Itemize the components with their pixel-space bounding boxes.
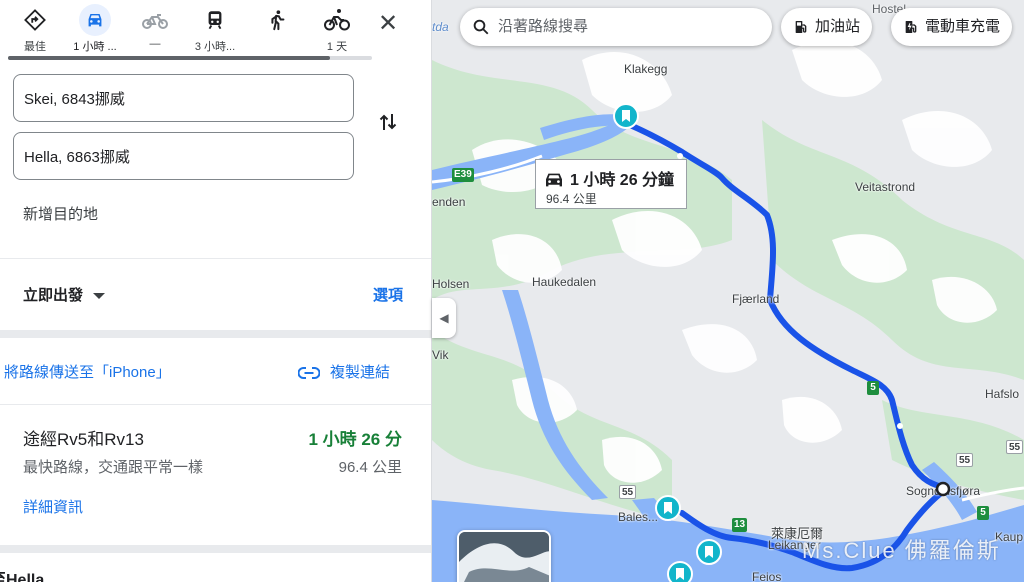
- mode-motorcycle[interactable]: —: [125, 4, 185, 56]
- road-shield-55: 55: [1006, 440, 1024, 454]
- place-fjaerland: Fjærland: [732, 292, 780, 306]
- bookmark-pin-icon: [613, 103, 639, 129]
- watermark: Ms.Clue 佛羅倫斯: [802, 538, 1001, 563]
- gas-station-label: 加油站: [815, 18, 861, 35]
- scroll-thumb[interactable]: [8, 56, 330, 60]
- chevron-left-icon: ◀: [439, 311, 449, 325]
- callout-time: 1 小時 26 分鐘: [544, 166, 678, 190]
- saved-place-marker[interactable]: [695, 538, 723, 566]
- road-shield-rv13: 13: [732, 518, 748, 532]
- copy-link-button[interactable]: 複製連結: [297, 361, 391, 382]
- car-icon: [79, 4, 111, 36]
- collapse-panel-button[interactable]: ◀: [432, 298, 456, 338]
- origin-marker[interactable]: [612, 102, 640, 130]
- place-veitastrond: Veitastrond: [855, 180, 916, 194]
- close-icon: ✕: [377, 10, 399, 37]
- mode-transit[interactable]: 3 小時...: [185, 4, 245, 56]
- saved-place-marker[interactable]: [654, 494, 682, 522]
- directions-panel: 最佳 1 小時 ... — 3 小時... 1 天 ✕ Skei, 6843挪威…: [0, 0, 432, 582]
- motorcycle-icon: [139, 4, 171, 36]
- route-duration: 1 小時 26 分: [308, 430, 402, 449]
- maps-app: 最佳 1 小時 ... — 3 小時... 1 天 ✕ Skei, 6843挪威…: [0, 0, 1024, 582]
- route-details-link[interactable]: 詳細資訊: [23, 496, 83, 517]
- train-icon: [199, 4, 231, 36]
- place-hafslo: Hafslo: [985, 387, 1020, 401]
- add-destination-button[interactable]: 新增目的地: [23, 203, 98, 224]
- mode-best-label: 最佳: [24, 41, 46, 53]
- road-shield-rv5: 5: [977, 506, 989, 520]
- place-feios: Feios: [752, 570, 782, 582]
- place-enden: enden: [432, 195, 466, 209]
- swap-waypoints-button[interactable]: [372, 110, 404, 142]
- place-vik: Vik: [432, 348, 449, 362]
- route-option-card[interactable]: 途經Rv5和Rv13 1 小時 26 分 最快路線，交通跟平常一樣 96.4 公…: [0, 405, 431, 543]
- mode-transit-label: 3 小時...: [194, 41, 236, 53]
- ev-charging-chip[interactable]: 電動車充電: [891, 8, 1013, 46]
- satellite-layer-thumbnail[interactable]: [457, 530, 551, 582]
- road-shield-55: 55: [619, 485, 637, 499]
- travel-mode-scrollbar[interactable]: [8, 56, 372, 60]
- callout-distance: 96.4 公里: [546, 192, 597, 206]
- mode-bicycle[interactable]: 1 天: [307, 4, 367, 56]
- bookmark-pin-icon: [667, 561, 693, 582]
- close-directions-button[interactable]: ✕: [372, 8, 404, 40]
- options-button[interactable]: 選項: [373, 284, 403, 305]
- swap-vertical-icon: [379, 114, 397, 130]
- place-balestrand: Bales...: [618, 510, 659, 524]
- travel-mode-bar: 最佳 1 小時 ... — 3 小時... 1 天: [0, 0, 431, 60]
- mode-motorcycle-label: —: [149, 38, 161, 50]
- next-destination-heading: 至Hella: [0, 572, 45, 582]
- depart-now-dropdown[interactable]: 立即出發: [23, 284, 106, 305]
- gas-station-icon: [795, 21, 807, 33]
- road-shield-rv5: 5: [867, 381, 879, 395]
- route-distance: 96.4 公里: [338, 459, 402, 476]
- route-description: 最快路線，交通跟平常一樣: [23, 459, 204, 476]
- bookmark-pin-icon: [655, 495, 681, 521]
- diamond-turn-icon: [19, 4, 51, 36]
- gas-station-chip[interactable]: 加油站: [781, 8, 873, 46]
- search-icon: [473, 19, 489, 35]
- ev-charging-icon: [905, 21, 917, 33]
- send-to-phone-link[interactable]: 將路線傳送至「iPhone」: [4, 361, 171, 382]
- road-shield-55: 55: [956, 453, 974, 467]
- mode-car[interactable]: 1 小時 ...: [65, 4, 125, 56]
- destination-marker[interactable]: [935, 481, 951, 497]
- mode-car-label: 1 小時 ...: [73, 41, 117, 53]
- depart-label: 立即出發: [23, 287, 84, 304]
- search-placeholder: 沿著路線搜尋: [498, 18, 589, 35]
- place-tda: tda: [432, 20, 449, 34]
- satellite-preview-icon: [459, 532, 549, 582]
- place-klakegg: Klakegg: [624, 62, 668, 76]
- route-title: 途經Rv5和Rv13: [23, 430, 144, 449]
- section-divider: [0, 330, 431, 338]
- mode-bicycle-label: 1 天: [326, 41, 348, 53]
- route-duration-callout[interactable]: 1 小時 26 分鐘 96.4 公里: [535, 159, 687, 209]
- destination-input[interactable]: [13, 132, 354, 180]
- destination-dot-icon: [935, 481, 951, 497]
- search-along-route-input[interactable]: 沿著路線搜尋: [460, 8, 772, 46]
- bicycle-icon: [321, 4, 353, 36]
- place-holsen: Holsen: [432, 277, 470, 291]
- section-divider: [0, 545, 431, 553]
- divider: [0, 258, 431, 259]
- road-shield-e39: E39: [452, 168, 474, 182]
- caret-down-icon: [93, 293, 106, 300]
- bookmark-pin-icon: [696, 539, 722, 565]
- link-icon: [297, 367, 321, 380]
- mode-best[interactable]: 最佳: [5, 4, 65, 56]
- walking-icon: [261, 4, 293, 36]
- copy-link-label: 複製連結: [330, 364, 391, 381]
- place-haukedalen: Haukedalen: [532, 275, 597, 289]
- origin-input[interactable]: [13, 74, 354, 122]
- saved-place-marker[interactable]: [666, 560, 694, 582]
- callout-time-text: 1 小時 26 分鐘: [570, 172, 675, 189]
- ev-charging-label: 電動車充電: [925, 18, 1001, 35]
- mode-walk[interactable]: [247, 4, 307, 56]
- car-icon: [546, 173, 562, 187]
